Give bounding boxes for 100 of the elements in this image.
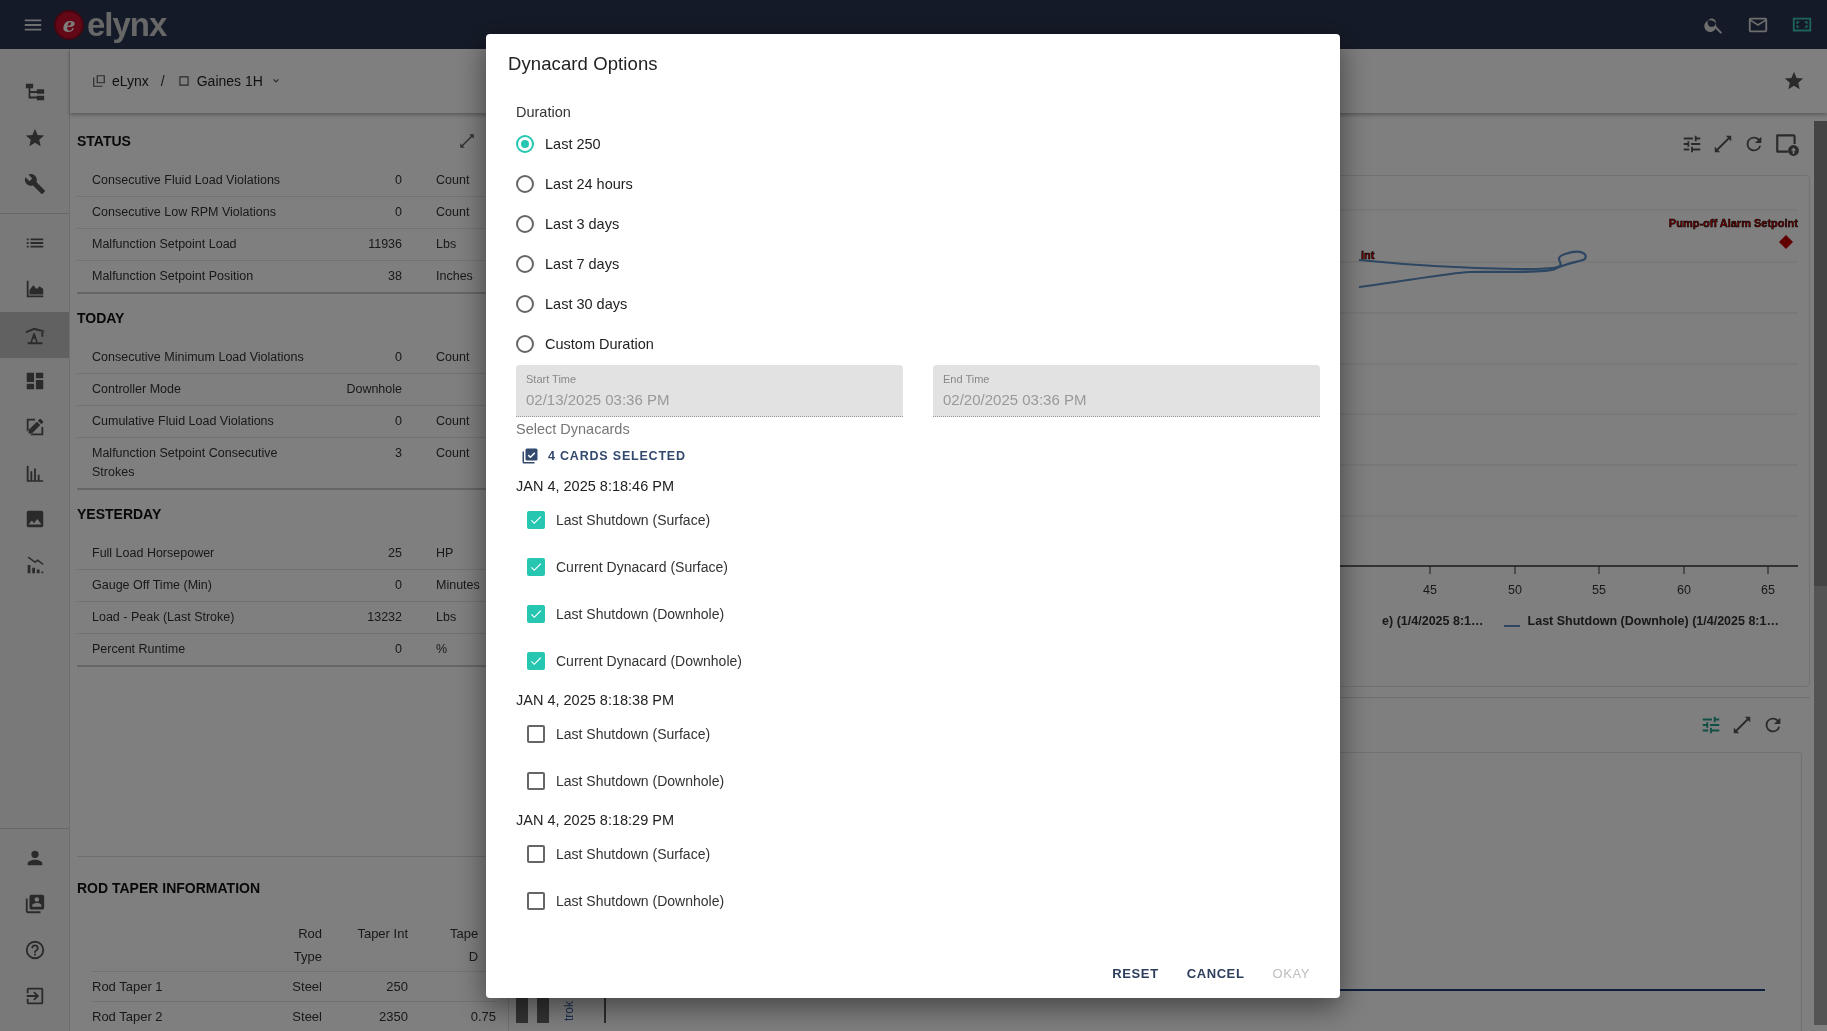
checkbox-label[interactable]: Last Shutdown (Surface) (556, 725, 711, 742)
radio-label[interactable]: Last 3 days (545, 216, 620, 232)
group-timestamp: JAN 4, 2025 8:18:29 PM (516, 811, 675, 830)
status-unit: Count (435, 445, 471, 462)
radio-label[interactable]: Last 250 (545, 136, 601, 152)
radio-button[interactable] (516, 335, 534, 353)
status-value: 0 (394, 641, 402, 658)
breadcrumb-link[interactable]: Gaines 1H (196, 73, 263, 89)
status-unit: Inches (435, 268, 474, 285)
tune-icon[interactable] (1700, 714, 1722, 736)
status-value: 13232 (366, 609, 402, 626)
field-label: End Time (943, 372, 991, 386)
radio-label[interactable]: Custom Duration (545, 336, 654, 352)
status-label: Cumulative Fluid Load Violations (92, 413, 275, 430)
status-label: Consecutive Minimum Load Violations (92, 349, 304, 366)
radio-button[interactable] (516, 175, 534, 193)
sidebar-button[interactable] (0, 312, 69, 358)
checkbox-label[interactable]: Last Shutdown (Surface) (556, 511, 711, 528)
axis-tick-label: 65 (1761, 583, 1775, 597)
wrench-icon (23, 173, 46, 195)
contacts-icon (23, 893, 46, 915)
dialog-title: Dynacard Options (508, 52, 659, 76)
star-icon (23, 127, 46, 149)
status-value: 0 (394, 349, 402, 366)
checkbox[interactable] (527, 557, 545, 576)
status-label: Consecutive Fluid Load Violations (92, 172, 282, 189)
radio-button[interactable] (516, 295, 534, 313)
scrollbar-thumb[interactable] (1814, 121, 1827, 586)
field-value: 02/20/2025 03:36 PM (943, 390, 1088, 410)
status-label: Malfunction Setpoint Consecutive Strokes (92, 445, 279, 481)
copy-icon (92, 74, 106, 88)
table-cell: Steel (292, 979, 322, 994)
bar-drawing (516, 997, 549, 1023)
checkbox-label[interactable]: Current Dynacard (Surface) (556, 558, 728, 575)
group-timestamp: JAN 4, 2025 8:18:46 PM (516, 477, 675, 496)
status-unit: Count (435, 413, 471, 430)
axis-title: trok (562, 1001, 576, 1021)
star-icon[interactable] (1783, 70, 1805, 92)
status-unit: Lbs (435, 236, 458, 253)
expand-icon[interactable] (1712, 133, 1734, 155)
expand-icon[interactable] (458, 132, 476, 150)
hierarchy-icon (23, 81, 46, 103)
status-value: 0 (394, 577, 402, 594)
export-icon[interactable] (1774, 131, 1800, 157)
select-cards-button[interactable]: 4 CARDS SELECTED (516, 442, 1320, 470)
selection-count: 4 CARDS SELECTED (548, 449, 686, 463)
checkbox[interactable] (527, 844, 545, 863)
field-value: 02/13/2025 03:36 PM (526, 390, 671, 410)
checkbox-label[interactable]: Last Shutdown (Surface) (556, 845, 711, 862)
table-cell: Rod Taper 1 (92, 971, 255, 1001)
status-value: Downhole (345, 381, 402, 398)
radio-button[interactable] (516, 215, 534, 233)
status-unit: Lbs (435, 609, 458, 626)
checkbox-label[interactable]: Last Shutdown (Downhole) (556, 772, 725, 789)
status-value: 0 (394, 413, 402, 430)
setpoint-marker (1779, 235, 1793, 249)
section-title: STATUS (77, 133, 131, 149)
dialog-button[interactable]: RESET (1102, 956, 1169, 991)
expand-icon[interactable] (1731, 714, 1753, 736)
tune-icon[interactable] (1681, 133, 1703, 155)
column-header: Taper Int (357, 926, 408, 941)
axis-tick-label: 45 (1423, 583, 1437, 597)
checkbox[interactable] (527, 604, 545, 623)
status-unit: HP (435, 545, 455, 562)
logo-text: elynx (87, 4, 167, 45)
column-header: Rod Type (293, 925, 322, 966)
checkbox[interactable] (527, 891, 545, 910)
table-cell: 0.75 (470, 1009, 496, 1024)
checkbox-label[interactable]: Current Dynacard (Downhole) (556, 652, 742, 669)
status-label: Controller Mode (92, 381, 182, 398)
breadcrumb-link[interactable]: eLynx (112, 73, 149, 89)
status-value: 11936 (367, 236, 402, 253)
legend-label[interactable]: e) (1/4/2025 8:1… (1382, 614, 1484, 628)
checkbox-label[interactable]: Last Shutdown (Downhole) (556, 605, 725, 622)
section-title: ROD TAPER INFORMATION (77, 880, 261, 896)
status-unit: Count (435, 204, 471, 221)
checkbox[interactable] (527, 724, 545, 743)
radio-label[interactable]: Last 24 hours (545, 176, 633, 192)
legend-label[interactable]: Last Shutdown (Downhole) (1/4/2025 8:1… (1527, 614, 1779, 628)
status-label: Load - Peak (Last Stroke) (92, 609, 236, 626)
table-cell: 2350 (379, 1009, 408, 1024)
breadcrumb-separator: / (160, 73, 165, 89)
checkbox[interactable] (527, 771, 545, 790)
section-label: Select Dynacards (516, 420, 631, 439)
section-title: YESTERDAY (77, 506, 162, 522)
status-label: Malfunction Setpoint Load (92, 236, 238, 253)
radio-button[interactable] (516, 255, 534, 273)
scrollbar[interactable] (1814, 121, 1827, 1025)
annotation-label: int (1361, 249, 1375, 261)
status-value: 0 (394, 204, 402, 221)
dialog-button[interactable]: CANCEL (1176, 956, 1255, 991)
radio-button[interactable] (516, 135, 534, 153)
axis-tick-label: 60 (1677, 583, 1691, 597)
legend-swatch (1503, 624, 1520, 628)
radio-label[interactable]: Last 7 days (545, 256, 620, 272)
checkbox[interactable] (527, 510, 545, 529)
radio-label[interactable]: Last 30 days (545, 296, 628, 312)
checkbox[interactable] (527, 651, 545, 670)
status-unit: % (435, 641, 449, 658)
checkbox-label[interactable]: Last Shutdown (Downhole) (556, 892, 725, 909)
